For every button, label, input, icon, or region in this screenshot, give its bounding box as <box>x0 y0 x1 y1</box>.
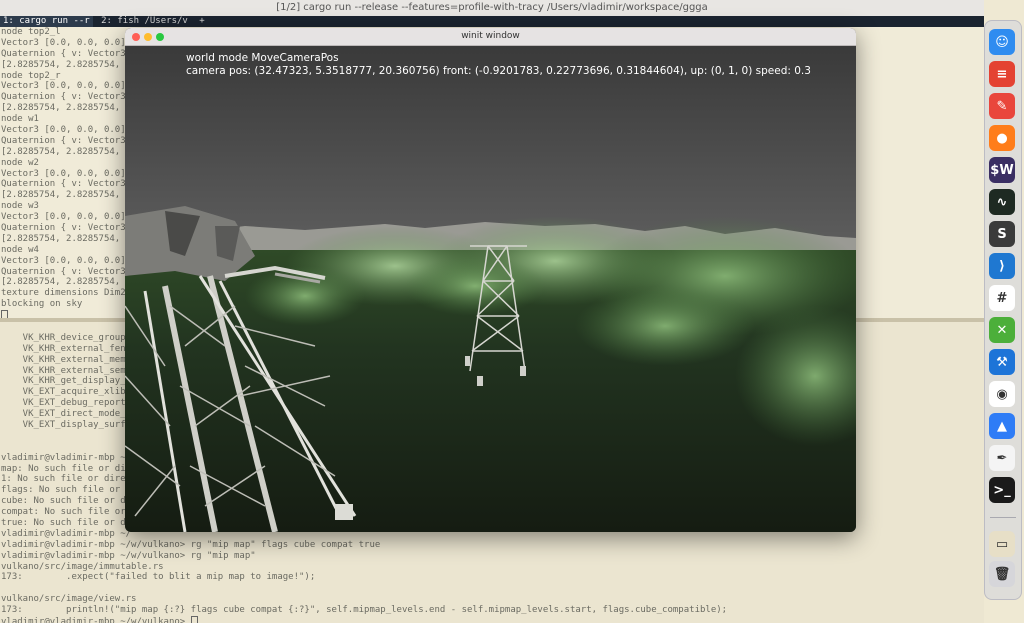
terminal-cursor <box>190 616 198 623</box>
terminal-line: 173: .expect("failed to blit a mip map t… <box>1 572 316 583</box>
terminal-line: blocking on sky <box>1 299 83 310</box>
terminal-line: vladimir@vladimir-mbp ~/w/vulkano> rg "m… <box>1 550 256 561</box>
preview-icon[interactable]: ▭ <box>989 531 1015 557</box>
winit-titlebar[interactable]: winit window <box>125 28 856 46</box>
finder-icon[interactable]: ☺ <box>989 29 1015 55</box>
vscode-icon[interactable]: ⟩ <box>989 253 1015 279</box>
dock-separator <box>990 517 1016 518</box>
terminal-line: node w2 <box>1 157 39 168</box>
hud-overlay: world mode MoveCameraPos camera pos: (32… <box>186 52 811 78</box>
terminal-line: 173: println!("mip map {:?} flags cube c… <box>1 605 728 616</box>
tab-new[interactable]: + <box>196 16 207 27</box>
tab-cargo-run[interactable]: 1: cargo run --r <box>0 16 93 27</box>
xcode-icon[interactable]: ⚒ <box>989 349 1015 375</box>
terminal-line: Quaternion { v: Vector3 <box>1 179 126 190</box>
window-title: winit window <box>461 31 520 41</box>
minimize-button[interactable] <box>144 33 152 41</box>
activity-monitor-icon[interactable]: ∿ <box>989 189 1015 215</box>
terminal-line: Vector3 [0.0, 0.0, 0.0] <box>1 255 126 266</box>
terminal-cursor <box>0 310 131 318</box>
terminal-line: Vector3 [0.0, 0.0, 0.0] <box>1 125 126 136</box>
sw-icon[interactable]: $W <box>989 157 1015 183</box>
terminal-line: vladimir@vladimir-mbp ~/w/vulkano> rg "m… <box>1 539 381 550</box>
textedit-icon[interactable]: ✒ <box>989 445 1015 471</box>
top-pane-output: node top2_l Vector3 [0.0, 0.0, 0.0] Quater… <box>0 27 131 318</box>
terminal-tab-bar: 1: cargo run --r 2: fish /Users/v + <box>0 16 984 27</box>
close-button[interactable] <box>132 33 140 41</box>
terminal-line: node top2_l <box>1 27 61 37</box>
terminal-line: [2.8285754, 2.8285754, 2 <box>1 59 132 70</box>
bear-icon[interactable]: ✎ <box>989 93 1015 119</box>
terminal-line: node top2_r <box>1 70 61 81</box>
slack-icon[interactable]: # <box>989 285 1015 311</box>
scene-render <box>125 46 856 532</box>
terminal-line: [2.8285754, 2.8285754, 2 <box>1 190 132 201</box>
trash-icon[interactable]: 🗑 <box>989 561 1015 587</box>
xcode-tools-icon[interactable]: ✕ <box>989 317 1015 343</box>
terminal-line: Quaternion { v: Vector3 <box>1 266 126 277</box>
terminal-line: Vector3 [0.0, 0.0, 0.0] <box>1 212 126 223</box>
terminal-line: Quaternion { v: Vector3 <box>1 48 126 59</box>
terminal-line: [2.8285754, 2.8285754, 2 <box>1 103 132 114</box>
terminal-line: [2.8285754, 2.8285754, 2 <box>1 233 132 244</box>
terminal-line: Vector3 [0.0, 0.0, 0.0] <box>1 81 126 92</box>
terminal-line: node w4 <box>1 244 39 255</box>
terminal-line: vulkano/src/image/immutable.rs <box>1 561 164 572</box>
terminal-icon[interactable]: >_ <box>989 477 1015 503</box>
render-viewport[interactable]: world mode MoveCameraPos camera pos: (32… <box>125 46 856 532</box>
maps-icon[interactable]: ▲ <box>989 413 1015 439</box>
terminal-line: [2.8285754, 2.8285754, 2 <box>1 146 132 157</box>
terminal-line: Vector3 [0.0, 0.0, 0.0] <box>1 168 126 179</box>
terminal-line: vladimir@vladimir-mbp ~/w/vulkano> <box>0 616 727 623</box>
chrome-icon[interactable]: ◉ <box>989 381 1015 407</box>
terminal-line: Vector3 [0.0, 0.0, 0.0] <box>1 37 126 48</box>
terminal-title: [1/2] cargo run --release --features=pro… <box>0 0 984 17</box>
todoist-icon[interactable]: ≡ <box>989 61 1015 87</box>
firefox-icon[interactable]: ● <box>989 125 1015 151</box>
maximize-button[interactable] <box>156 33 164 41</box>
winit-window[interactable]: winit window world mode MoveCameraPos ca… <box>125 28 856 532</box>
hud-mode: world mode MoveCameraPos <box>186 52 339 64</box>
macos-dock: ☺ ≡ ✎ ● $W ∿ S ⟩ # ✕ ⚒ ◉ ▲ ✒ >_ ▭ 🗑 <box>984 20 1022 600</box>
terminal-line: node w3 <box>1 201 39 212</box>
terminal-line: Quaternion { v: Vector3 <box>1 92 126 103</box>
sublime-icon[interactable]: S <box>989 221 1015 247</box>
tab-fish[interactable]: 2: fish /Users/v <box>98 16 191 27</box>
hud-camera: camera pos: (32.47323, 5.3518777, 20.360… <box>186 65 811 77</box>
terminal-line: vulkano/src/image/view.rs <box>1 594 137 605</box>
terminal-line: [2.8285754, 2.8285754, 2 <box>1 277 132 288</box>
terminal-line: node w1 <box>1 114 39 125</box>
terminal-line: Quaternion { v: Vector3 <box>1 223 126 234</box>
terminal-line: Quaternion { v: Vector3 <box>1 135 126 146</box>
terminal-line: texture dimensions Dim2d <box>1 288 132 299</box>
